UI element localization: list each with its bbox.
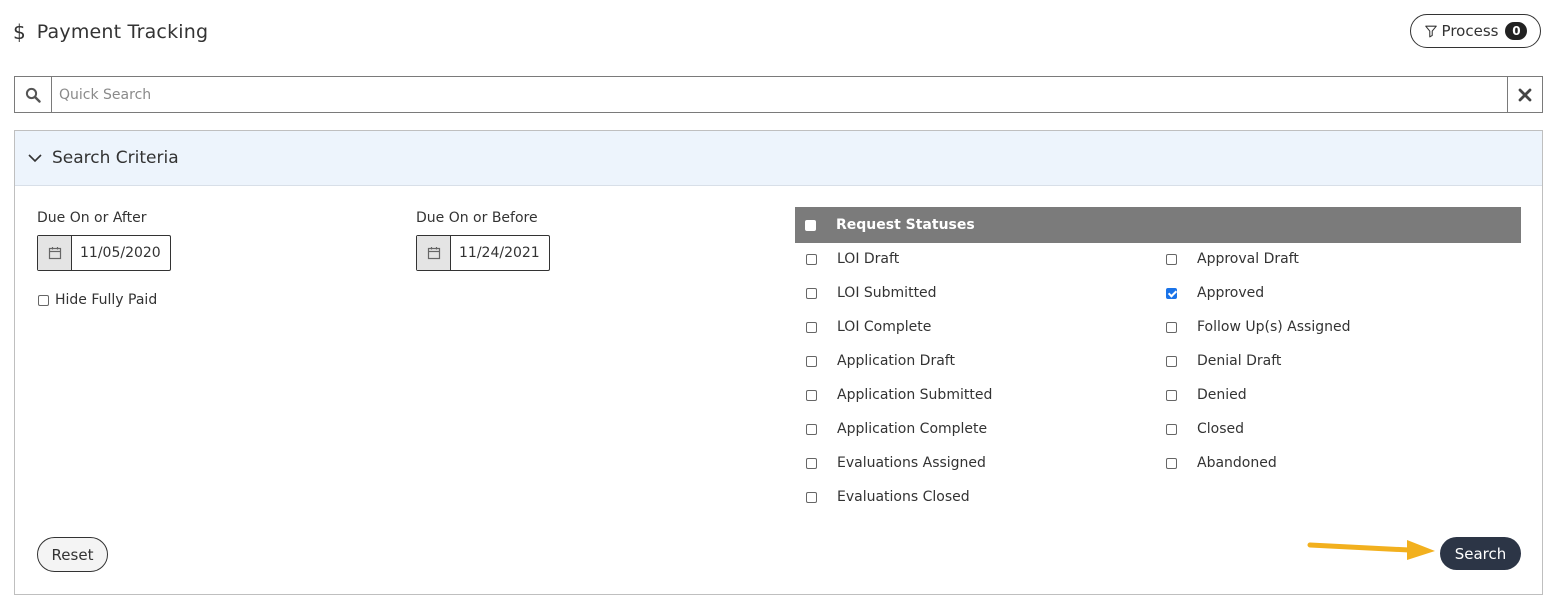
arrow-annotation-icon — [1307, 540, 1435, 560]
status-label: Approved — [1197, 285, 1265, 301]
status-checkbox[interactable] — [806, 355, 817, 367]
status-item-application-draft[interactable]: Application Draft — [806, 351, 955, 371]
status-item-application-complete[interactable]: Application Complete — [806, 419, 987, 439]
chevron-down-icon — [28, 154, 42, 163]
status-checkbox[interactable] — [806, 287, 817, 299]
status-checkbox[interactable] — [1166, 253, 1177, 265]
status-checkbox[interactable] — [1166, 457, 1177, 469]
quick-search-bar — [14, 76, 1543, 113]
process-label: Process — [1441, 22, 1499, 40]
status-label: Denial Draft — [1197, 353, 1282, 369]
status-label: LOI Complete — [837, 319, 932, 335]
status-item-application-submitted[interactable]: Application Submitted — [806, 385, 992, 405]
hide-fully-paid-option[interactable]: Hide Fully Paid — [38, 292, 157, 308]
status-label: Application Draft — [837, 353, 955, 369]
status-item-abandoned[interactable]: Abandoned — [1166, 453, 1277, 473]
status-checkbox-checked[interactable] — [1166, 287, 1177, 299]
status-checkbox[interactable] — [1166, 423, 1177, 435]
quick-search-input[interactable] — [52, 77, 1507, 112]
status-label: Closed — [1197, 421, 1245, 437]
status-label: Denied — [1197, 387, 1247, 403]
status-item-approval-draft[interactable]: Approval Draft — [1166, 249, 1299, 269]
calendar-icon[interactable] — [417, 236, 451, 270]
clear-search-icon[interactable] — [1507, 77, 1542, 112]
status-checkbox[interactable] — [806, 253, 817, 265]
calendar-icon[interactable] — [38, 236, 72, 270]
status-label: Application Submitted — [837, 387, 993, 403]
status-item-follow-ups-assigned[interactable]: Follow Up(s) Assigned — [1166, 317, 1350, 337]
due-before-field[interactable]: 11/24/2021 — [416, 235, 550, 271]
status-label: Evaluations Closed — [837, 489, 970, 505]
status-item-loi-submitted[interactable]: LOI Submitted — [806, 283, 937, 303]
status-item-evaluations-closed[interactable]: Evaluations Closed — [806, 487, 970, 507]
status-item-denial-draft[interactable]: Denial Draft — [1166, 351, 1281, 371]
status-checkbox[interactable] — [1166, 355, 1177, 367]
status-label: Approval Draft — [1197, 251, 1299, 267]
reset-button[interactable]: Reset — [37, 537, 108, 572]
due-before-value[interactable]: 11/24/2021 — [451, 236, 548, 270]
search-criteria-toggle[interactable]: Search Criteria — [15, 131, 1542, 186]
due-after-field[interactable]: 11/05/2020 — [37, 235, 171, 271]
due-before-label: Due On or Before — [416, 210, 538, 226]
status-label: Follow Up(s) Assigned — [1197, 319, 1351, 335]
status-checkbox[interactable] — [806, 491, 817, 503]
status-item-approved[interactable]: Approved — [1166, 283, 1264, 303]
status-checkbox[interactable] — [806, 457, 817, 469]
search-button[interactable]: Search — [1440, 537, 1521, 570]
filter-icon — [1424, 25, 1437, 38]
hide-fully-paid-checkbox[interactable] — [38, 294, 49, 306]
dollar-icon: $ — [13, 20, 26, 44]
status-item-denied[interactable]: Denied — [1166, 385, 1247, 405]
status-label: LOI Submitted — [837, 285, 937, 301]
status-label: Evaluations Assigned — [837, 455, 986, 471]
status-item-evaluations-assigned[interactable]: Evaluations Assigned — [806, 453, 986, 473]
status-item-closed[interactable]: Closed — [1166, 419, 1244, 439]
status-checkbox[interactable] — [806, 423, 817, 435]
request-statuses-header: Request Statuses — [795, 207, 1521, 243]
page-header: $ Payment Tracking — [13, 18, 208, 46]
due-after-label: Due On or After — [37, 210, 147, 226]
status-item-loi-draft[interactable]: LOI Draft — [806, 249, 899, 269]
request-statuses-title: Request Statuses — [836, 217, 975, 233]
status-label: Abandoned — [1197, 455, 1277, 471]
page-title: Payment Tracking — [36, 21, 209, 43]
due-after-value[interactable]: 11/05/2020 — [72, 236, 169, 270]
search-criteria-title: Search Criteria — [52, 148, 179, 168]
hide-fully-paid-label: Hide Fully Paid — [55, 292, 158, 308]
process-count-badge: 0 — [1505, 22, 1528, 40]
status-label: LOI Draft — [837, 251, 900, 267]
status-label: Application Complete — [837, 421, 988, 437]
status-checkbox[interactable] — [1166, 389, 1177, 401]
status-item-loi-complete[interactable]: LOI Complete — [806, 317, 931, 337]
status-checkbox[interactable] — [806, 389, 817, 401]
search-criteria-panel: Search Criteria Due On or After 11/05/20… — [14, 130, 1543, 595]
search-icon — [15, 77, 52, 112]
status-checkbox[interactable] — [1166, 321, 1177, 333]
process-button[interactable]: Process 0 — [1410, 14, 1541, 48]
select-all-statuses-checkbox[interactable] — [805, 219, 816, 231]
status-checkbox[interactable] — [806, 321, 817, 333]
